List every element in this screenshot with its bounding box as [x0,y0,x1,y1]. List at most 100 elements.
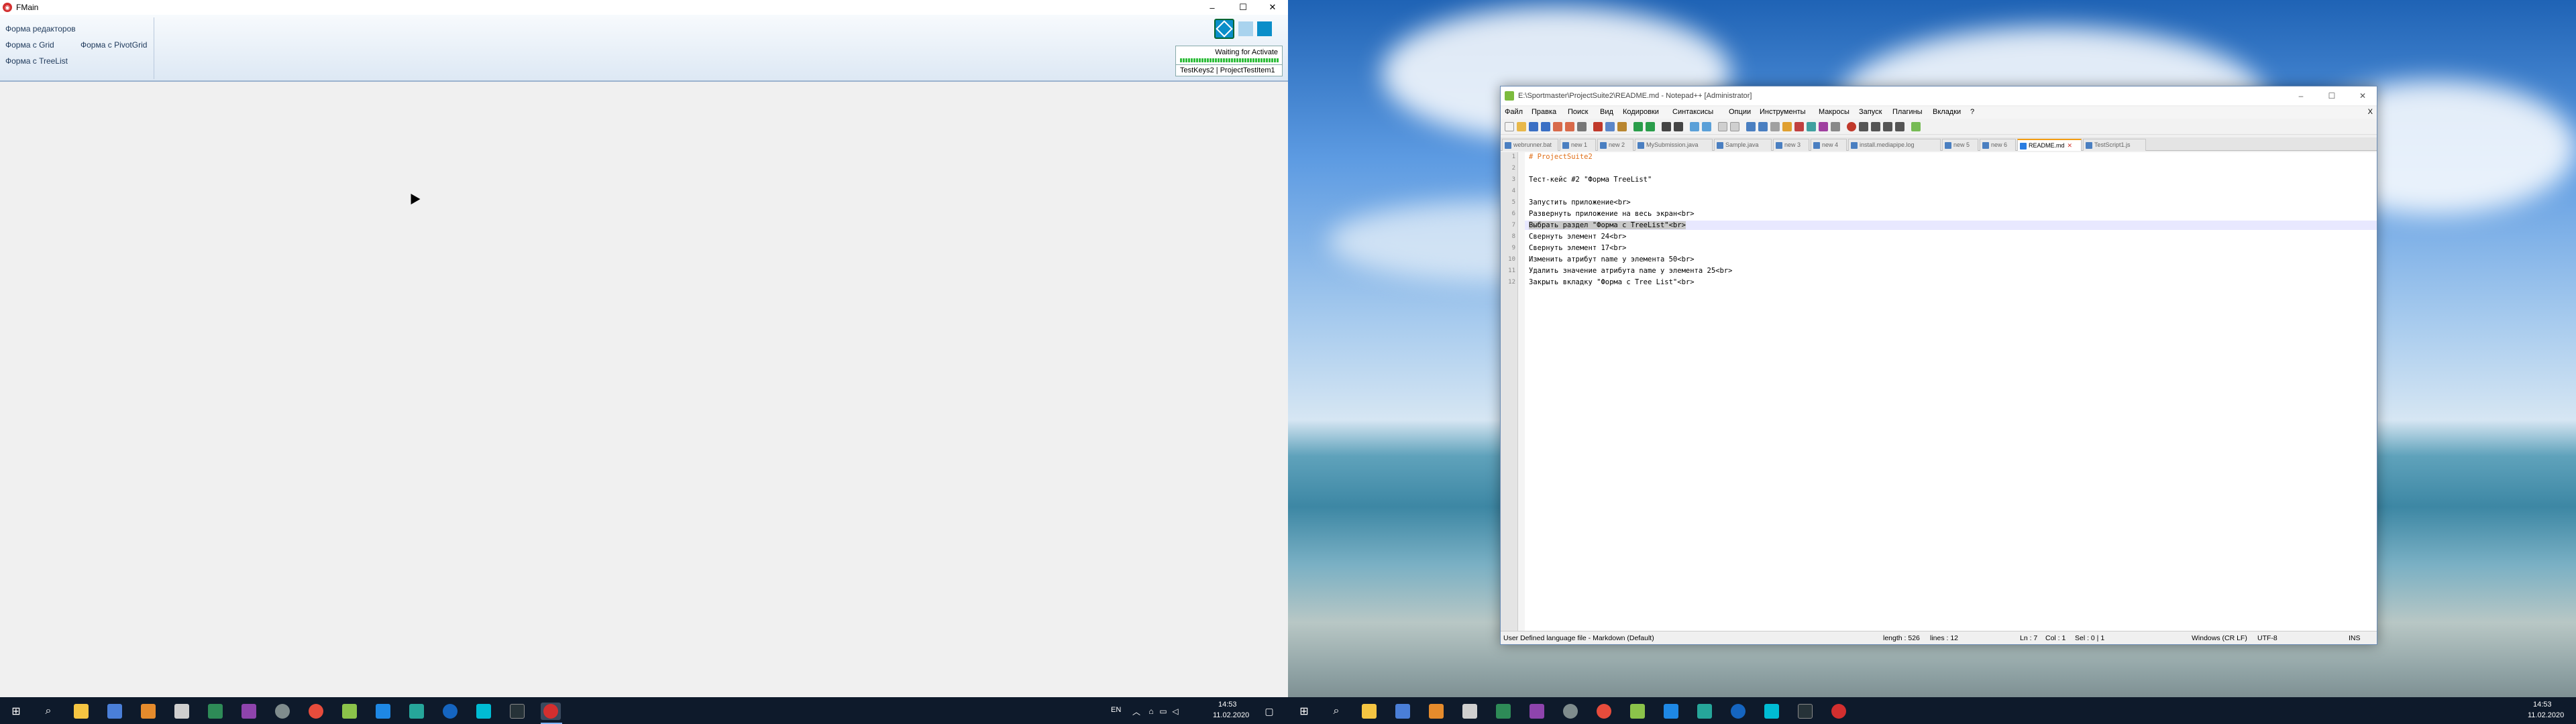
doc-map-icon[interactable] [1794,122,1804,131]
menu-view[interactable]: Вид [1600,108,1613,116]
fmain-app-icon[interactable] [1831,704,1846,719]
paste-icon[interactable] [1617,122,1627,131]
close-button[interactable]: ✕ [1257,0,1288,15]
monitoring-icon[interactable] [1831,122,1840,131]
notepadpp-icon[interactable] [1630,704,1645,719]
app-icon-blue[interactable] [1731,704,1746,719]
zoom-in-icon[interactable] [1690,122,1699,131]
npp-maximize-button[interactable]: ☐ [2316,86,2347,105]
menu-macros[interactable]: Макросы [1819,108,1849,116]
record-icon[interactable] [1214,19,1234,39]
copy-icon[interactable] [1605,122,1615,131]
ribbon-item-grid[interactable]: Форма с Grid [5,40,54,50]
visual-studio-icon[interactable] [1529,704,1544,719]
pause-icon[interactable] [1238,21,1253,36]
app-icon-teal[interactable] [1697,704,1712,719]
replace-icon[interactable] [1674,122,1683,131]
windows-start-icon[interactable]: ⊞ [1296,703,1312,719]
fmain-titlebar[interactable]: ◉ FMain – ☐ ✕ [0,0,1288,15]
calculator-icon[interactable] [1462,704,1477,719]
menu-run[interactable]: Запуск [1859,108,1882,116]
app-icon-blue[interactable] [443,704,458,719]
print-icon[interactable] [1577,122,1587,131]
save-icon[interactable] [1529,122,1538,131]
sync-vertical-icon[interactable] [1718,122,1727,131]
chevron-up-icon[interactable]: ︿ [1128,703,1144,719]
save-macro-icon[interactable] [1895,122,1904,131]
chrome-icon[interactable] [1597,704,1611,719]
menu-tabs[interactable]: Вкладки [1933,108,1961,116]
close-file-icon[interactable] [1553,122,1562,131]
tab-mysubmission[interactable]: MySubmission.java [1635,139,1713,151]
terminal-icon[interactable] [1798,704,1813,719]
menu-search[interactable]: Поиск [1568,108,1588,116]
terminal-icon[interactable] [510,704,525,719]
zoom-out-icon[interactable] [1702,122,1711,131]
volume-icon[interactable]: ◁ [1167,703,1183,719]
tab-new4[interactable]: new 4 [1811,139,1847,151]
menu-syntax[interactable]: Синтаксисы [1672,108,1713,116]
text-editor[interactable]: 1 # ProjectSuite2 2 3 Тест-кейс #2 "Форм… [1501,152,2377,631]
minimize-button[interactable]: – [1197,0,1228,15]
menu-file[interactable]: Файл [1505,108,1523,116]
tab-new6[interactable]: new 6 [1980,139,2016,151]
tab-testscript[interactable]: TestScript1.js [2083,139,2146,151]
app-icon-orange[interactable] [141,704,156,719]
file-explorer-icon[interactable] [74,704,89,719]
ribbon-item-editors[interactable]: Форма редакторов [5,24,76,34]
play-macro-icon[interactable] [1871,122,1880,131]
search-icon[interactable]: ⌕ [40,703,56,719]
app-icon-green[interactable] [208,704,223,719]
calculator-icon[interactable] [174,704,189,719]
close-document-icon[interactable]: X [2368,108,2373,116]
ribbon-item-treelist[interactable]: Форма с TreeList [5,56,68,66]
save-all-icon[interactable] [1541,122,1550,131]
plugin-icon[interactable] [1911,122,1921,131]
vscode-icon[interactable] [376,704,390,719]
record-macro-icon[interactable] [1847,122,1856,131]
new-file-icon[interactable] [1505,122,1514,131]
app-icon-orange[interactable] [1429,704,1444,719]
save-app-icon[interactable] [1395,704,1410,719]
clock-date[interactable]: 11.02.2020 [2528,711,2564,719]
app-icon-gray[interactable] [275,704,290,719]
tab-install-log[interactable]: install.mediapipe.log [1848,139,1941,151]
find-icon[interactable] [1662,122,1671,131]
folder-workspace-icon[interactable] [1819,122,1828,131]
open-folder-icon[interactable] [1517,122,1526,131]
stop-icon[interactable] [1257,21,1272,36]
tab-new2[interactable]: new 2 [1597,139,1633,151]
tab-sample[interactable]: Sample.java [1714,139,1772,151]
notepadpp-titlebar[interactable]: E:\Sportmaster\ProjectSuite2\README.md -… [1501,86,2377,105]
file-explorer-icon[interactable] [1362,704,1377,719]
notifications-icon[interactable]: ▢ [1261,703,1277,719]
word-wrap-icon[interactable] [1746,122,1756,131]
npp-close-button[interactable]: ✕ [2347,86,2378,105]
menu-help[interactable]: ? [1970,108,1974,116]
show-all-chars-icon[interactable] [1758,122,1768,131]
fmain-app-icon[interactable] [543,704,558,719]
menu-plugins[interactable]: Плагины [1892,108,1923,116]
notepadpp-icon[interactable] [342,704,357,719]
menu-encoding[interactable]: Кодировки [1623,108,1659,116]
maximize-button[interactable]: ☐ [1228,0,1258,15]
tab-new5[interactable]: new 5 [1942,139,1978,151]
search-icon[interactable]: ⌕ [1328,703,1344,719]
save-app-icon[interactable] [107,704,122,719]
close-all-icon[interactable] [1565,122,1574,131]
app-icon-gray[interactable] [1563,704,1578,719]
visual-studio-icon[interactable] [241,704,256,719]
npp-minimize-button[interactable]: – [2286,86,2316,105]
windows-start-icon[interactable]: ⊞ [8,703,24,719]
tab-new3[interactable]: new 3 [1773,139,1809,151]
menu-edit[interactable]: Правка [1532,108,1556,116]
app-icon-cyan[interactable] [476,704,491,719]
ribbon-item-pivotgrid[interactable]: Форма с PivotGrid [80,40,147,50]
run-macro-multiple-icon[interactable] [1883,122,1892,131]
function-list-icon[interactable] [1807,122,1816,131]
clock-time[interactable]: 14:53 [2533,701,2552,709]
tab-new1[interactable]: new 1 [1560,139,1596,151]
notepadpp-window[interactable]: E:\Sportmaster\ProjectSuite2\README.md -… [1500,86,2377,645]
sync-horizontal-icon[interactable] [1730,122,1739,131]
cut-icon[interactable] [1593,122,1603,131]
